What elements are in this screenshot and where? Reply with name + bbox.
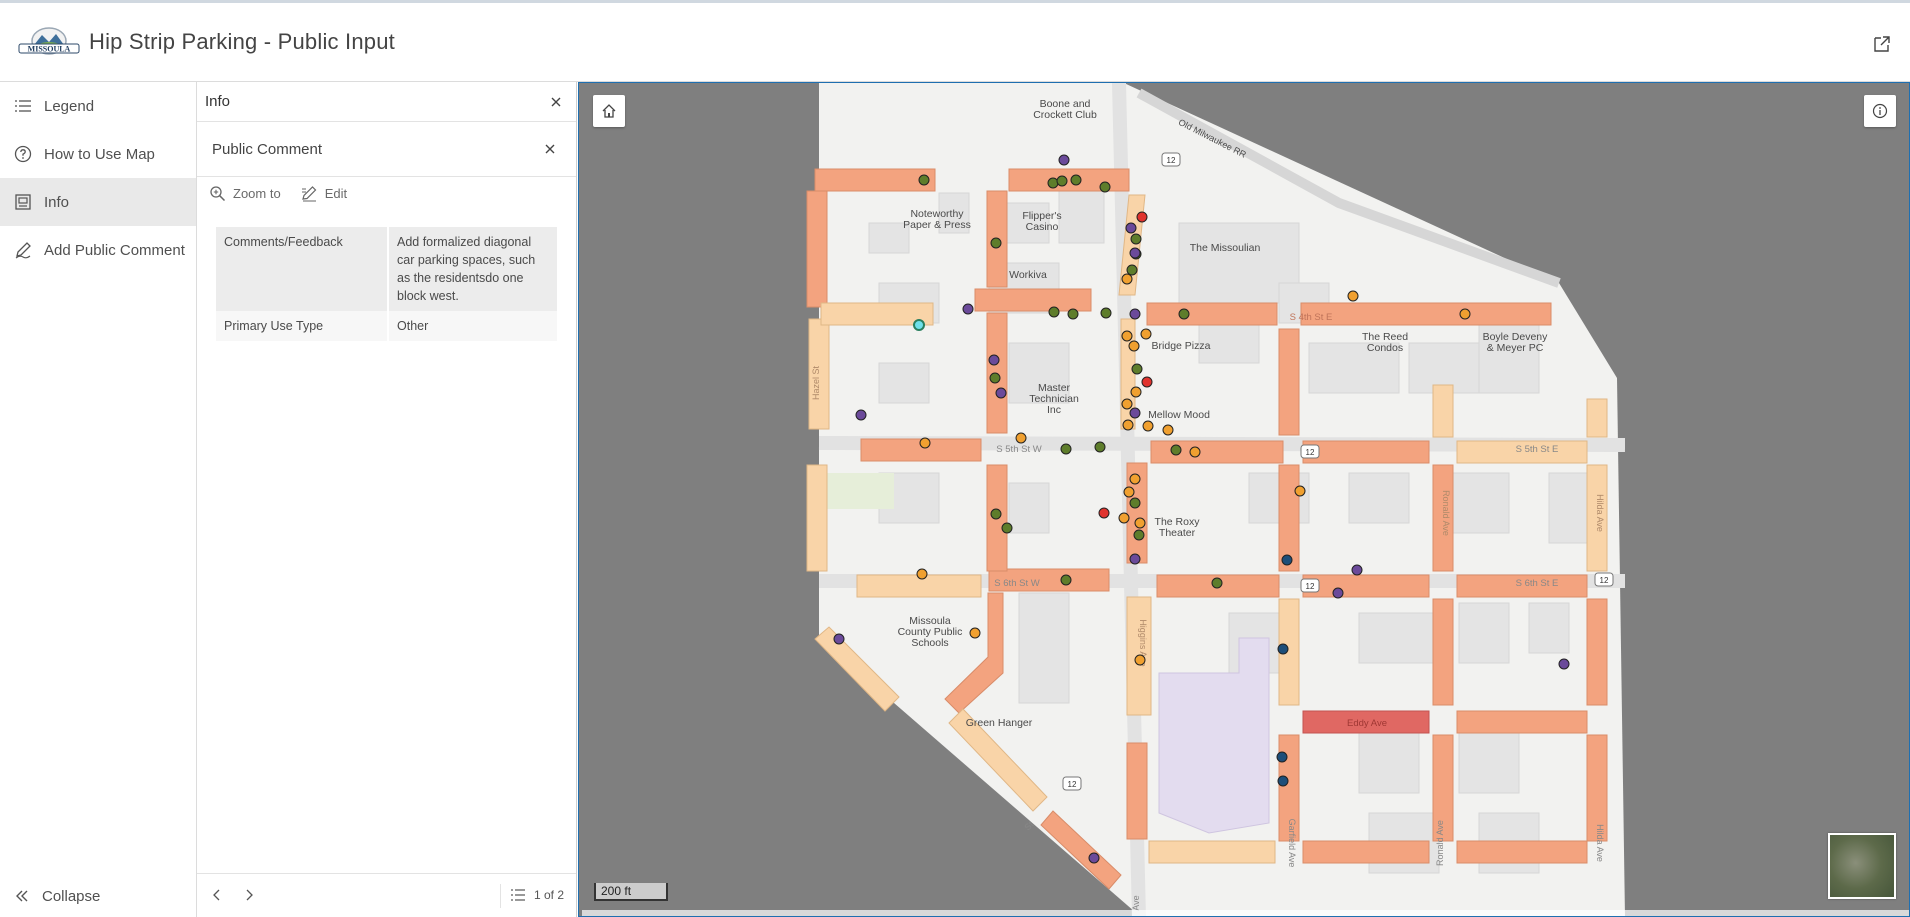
logo-text: MISSOULA bbox=[28, 45, 71, 54]
info-panel: Info Public Comment Zoom to Edit Comment… bbox=[197, 82, 577, 917]
attribute-value: Other bbox=[388, 311, 557, 341]
nav-item-label: Add Public Comment bbox=[44, 241, 185, 259]
nav-item-info[interactable]: Info bbox=[0, 178, 196, 226]
map-canvas[interactable]: Boone andCrockett Club NoteworthyPaper &… bbox=[579, 83, 1910, 917]
hwy-12: 12 bbox=[1167, 156, 1176, 165]
attribute-value: Add formalized diagonal car parking spac… bbox=[388, 227, 557, 311]
label-garfield: Garfield Ave bbox=[1287, 819, 1297, 868]
feature-actions: Zoom to Edit bbox=[197, 177, 576, 209]
left-navigation: Legend How to Use Map Info Add Public Co… bbox=[0, 82, 197, 917]
feature-title: Public Comment bbox=[212, 140, 323, 158]
info-icon bbox=[1872, 103, 1888, 119]
map-view[interactable]: Boone and Crockett Club Noteworthy Paper &… bbox=[578, 82, 1910, 917]
edit-button[interactable]: Edit bbox=[301, 185, 347, 202]
edit-pencil-icon bbox=[301, 185, 317, 201]
label-ronald: Ronald Ave bbox=[1441, 490, 1451, 536]
label-mellow: Mellow Mood bbox=[1148, 409, 1210, 421]
label-s5thw: S 5th St W bbox=[996, 444, 1041, 455]
collapse-label: Collapse bbox=[42, 887, 101, 905]
info-panel-icon bbox=[15, 194, 31, 210]
hwy-12-d: 12 bbox=[1600, 576, 1609, 585]
app-header: MISSOULA Hip Strip Parking - Public Inpu… bbox=[0, 0, 1910, 82]
nav-item-how-to-use[interactable]: How to Use Map bbox=[0, 130, 196, 178]
label-hilda: Hilda Ave bbox=[1595, 494, 1605, 532]
pagination-count: 1 of 2 bbox=[534, 888, 565, 902]
close-feature-icon[interactable] bbox=[542, 141, 558, 157]
label-hazel: Hazel St bbox=[811, 365, 821, 400]
chevron-left-icon[interactable] bbox=[210, 888, 224, 902]
label-s5the: S 5th St E bbox=[1516, 444, 1559, 455]
pagination-bar: 1 of 2 bbox=[197, 873, 576, 917]
basemap-overview-thumbnail[interactable] bbox=[1828, 833, 1896, 899]
close-icon[interactable] bbox=[548, 94, 564, 110]
help-icon bbox=[14, 145, 32, 163]
zoom-in-icon bbox=[210, 185, 226, 201]
attribution-bar bbox=[582, 910, 1909, 916]
label-green: Green Hanger bbox=[966, 717, 1033, 729]
home-icon bbox=[602, 104, 616, 118]
info-panel-title: Info bbox=[205, 93, 231, 110]
nav-item-add-comment[interactable]: Add Public Comment bbox=[0, 226, 196, 274]
home-button[interactable] bbox=[593, 95, 625, 127]
zoom-to-label: Zoom to bbox=[233, 185, 281, 201]
label-boone-2: Crockett Club bbox=[1033, 109, 1097, 121]
info-panel-header: Info bbox=[197, 82, 576, 122]
edit-label: Edit bbox=[324, 185, 348, 201]
divider bbox=[500, 884, 501, 908]
scale-bar: 200 ft bbox=[594, 883, 668, 901]
label-bridge: Bridge Pizza bbox=[1152, 340, 1211, 352]
hwy-12-e: 12 bbox=[1068, 780, 1077, 789]
list-icon bbox=[15, 100, 31, 112]
hwy-12-b: 12 bbox=[1306, 448, 1315, 457]
nav-item-legend[interactable]: Legend bbox=[0, 82, 196, 130]
info-button[interactable] bbox=[1864, 95, 1896, 127]
label-noteworthy-2: Paper & Press bbox=[903, 219, 971, 231]
attribute-key: Comments/Feedback bbox=[216, 227, 389, 311]
share-icon[interactable] bbox=[1872, 34, 1892, 54]
attribute-key: Primary Use Type bbox=[216, 311, 389, 341]
label-flippers-2: Casino bbox=[1026, 221, 1059, 233]
attribute-row: Comments/Feedback Add formalized diagona… bbox=[216, 227, 557, 311]
selected-point bbox=[913, 319, 925, 331]
collapse-button[interactable]: Collapse bbox=[14, 875, 100, 917]
hwy-12-c: 12 bbox=[1306, 582, 1315, 591]
label-s4th: S 4th St E bbox=[1290, 312, 1333, 323]
chevron-right-icon[interactable] bbox=[242, 888, 256, 902]
label-master-3: Inc bbox=[1047, 404, 1061, 416]
attribute-row: Primary Use Type Other bbox=[216, 311, 557, 341]
label-s6thw: S 6th St W bbox=[994, 578, 1039, 589]
label-workiva: Workiva bbox=[1009, 269, 1047, 281]
nav-item-label: Legend bbox=[44, 97, 95, 115]
edit-icon bbox=[15, 242, 31, 259]
label-s6the: S 6th St E bbox=[1516, 578, 1559, 589]
label-reed-2: Condos bbox=[1367, 342, 1403, 354]
feature-header: Public Comment bbox=[197, 122, 576, 177]
double-chevron-left-icon bbox=[16, 890, 28, 902]
nav-item-label: Info bbox=[44, 193, 70, 211]
label-ronald-2: Ronald Ave bbox=[1435, 820, 1445, 866]
nav-item-label: How to Use Map bbox=[44, 145, 155, 163]
label-roxy-2: Theater bbox=[1159, 527, 1196, 539]
field bbox=[819, 473, 894, 509]
label-eddy: Eddy Ave bbox=[1347, 718, 1387, 729]
zoom-to-button[interactable]: Zoom to bbox=[209, 185, 281, 202]
label-ave: Ave bbox=[1131, 895, 1141, 910]
app-title: Hip Strip Parking - Public Input bbox=[89, 29, 395, 54]
label-missoulian: The Missoulian bbox=[1190, 242, 1261, 254]
label-mcps-3: Schools bbox=[911, 637, 948, 649]
feature-list-icon[interactable] bbox=[510, 887, 526, 903]
attribute-table: Comments/Feedback Add formalized diagona… bbox=[216, 227, 557, 341]
missoula-logo: MISSOULA bbox=[18, 27, 80, 55]
label-hilda-2: Hilda Ave bbox=[1595, 824, 1605, 862]
label-boyle-2: & Meyer PC bbox=[1487, 342, 1544, 354]
